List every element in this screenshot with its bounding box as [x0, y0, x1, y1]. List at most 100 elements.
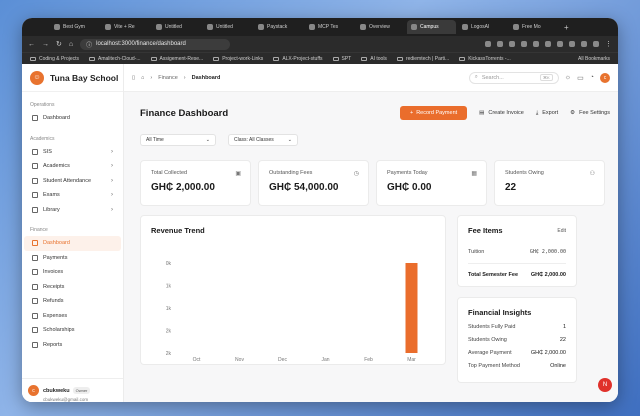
- home-icon[interactable]: ⌂: [69, 41, 73, 48]
- extension-icon[interactable]: [521, 41, 527, 47]
- sidebar-item-label: Scholarships: [43, 327, 75, 334]
- bookmark-item[interactable]: SPT: [332, 55, 352, 62]
- browser-tab[interactable]: Best Gym: [50, 20, 99, 34]
- export-label: Export: [542, 110, 559, 116]
- browser-tab[interactable]: Paystack: [254, 20, 303, 34]
- plus-icon: +: [409, 110, 414, 116]
- user-profile[interactable]: c cbukweku Owner cbukweku@gmail.com: [22, 378, 123, 402]
- revenue-chart-card: Revenue Trend 2k 2k 1k 1k 0k Oct Nov Dec Jan Feb M…: [140, 215, 446, 365]
- extension-icon[interactable]: [569, 41, 575, 47]
- bookmark-item[interactable]: KickassTorrents -...: [459, 56, 511, 62]
- browser-tab[interactable]: LogosAI: [458, 20, 507, 34]
- nav-icon: [32, 115, 38, 122]
- chevron-right-icon: ›: [111, 192, 113, 199]
- back-icon[interactable]: ←: [28, 41, 35, 48]
- chevron-down-icon: ⌄: [205, 137, 210, 143]
- sidebar-item-label: Dashboard: [43, 115, 70, 122]
- bookmark-item[interactable]: ALX-Project-stuffs: [273, 56, 323, 62]
- bar-mar[interactable]: [405, 263, 418, 353]
- document-icon: ▤: [479, 110, 485, 116]
- calendar-icon: ▦: [471, 171, 477, 177]
- extension-icon[interactable]: [593, 41, 599, 47]
- sidebar-item-refunds[interactable]: Refunds: [24, 294, 121, 309]
- bookmark-label: Coding & Projects: [39, 55, 80, 62]
- time-filter-select[interactable]: All Time ⌄: [140, 134, 216, 146]
- extension-icon[interactable]: [497, 41, 503, 47]
- bookmark-item[interactable]: Assigement-Rese...: [150, 56, 203, 62]
- menu-dots-icon[interactable]: ⋮: [605, 40, 612, 48]
- sidebar-item-exams[interactable]: Exams ›: [24, 188, 121, 203]
- forward-icon[interactable]: →: [42, 41, 49, 48]
- x-tick-label: Feb: [364, 357, 373, 361]
- new-tab-button[interactable]: +: [564, 23, 569, 32]
- extensions: ⋮: [485, 40, 612, 48]
- all-bookmarks[interactable]: All Bookmarks: [578, 56, 618, 62]
- clock-icon: ◷: [353, 171, 359, 177]
- brand[interactable]: ☺ Tuna Bay School: [22, 64, 123, 92]
- extension-icon[interactable]: [533, 41, 539, 47]
- address-bar[interactable]: ⓘ localhost:3000/finance/dashboard: [80, 38, 231, 50]
- export-button[interactable]: ⤓ Export: [536, 110, 558, 117]
- sidebar-item-scholarships[interactable]: Scholarships: [24, 323, 121, 338]
- browser-tab[interactable]: Campus: [407, 20, 456, 34]
- breadcrumb-finance[interactable]: Finance: [158, 75, 178, 81]
- extension-icon[interactable]: [509, 41, 515, 47]
- extension-icon[interactable]: [581, 41, 587, 47]
- sidebar-item-library[interactable]: Library ›: [24, 203, 121, 218]
- extension-icon[interactable]: [545, 41, 551, 47]
- extension-icon[interactable]: [485, 41, 491, 47]
- bookmark-item[interactable]: AI tools: [361, 56, 387, 62]
- search-input[interactable]: ⌕ Search... ⌘K: [468, 71, 559, 84]
- browser-toolbar: ← → ↻ ⌂ ⓘ localhost:3000/finance/dashboa…: [22, 36, 618, 52]
- fee-total-value: GH₵ 2,000.00: [530, 272, 566, 278]
- sidebar-item-invoices[interactable]: Invoices: [24, 265, 121, 280]
- edit-fee-items-button[interactable]: Edit: [557, 228, 566, 234]
- browser-tab[interactable]: Free Mo: [509, 20, 558, 34]
- bookmark-item[interactable]: Amalitech-Cloud-...: [89, 56, 141, 62]
- sidebar-item-label: Reports: [43, 341, 63, 348]
- bookmark-item[interactable]: Project-work-Links: [213, 56, 263, 62]
- folder-icon: [89, 56, 96, 61]
- sidebar-item-dashboard[interactable]: Dashboard: [24, 111, 121, 126]
- sidebar-item-sis[interactable]: SIS ›: [24, 145, 121, 160]
- tab-label: Overview: [369, 24, 390, 30]
- content: Finance Dashboard + Record Payment ▤ Creat…: [124, 94, 618, 383]
- chat-icon[interactable]: ▭: [577, 74, 584, 82]
- sidebar-item-payments[interactable]: Payments: [24, 251, 121, 266]
- avatar[interactable]: c: [600, 72, 610, 83]
- chevron-right-icon: ›: [111, 177, 113, 184]
- page-title: Finance Dashboard: [140, 107, 229, 119]
- sidebar-item-expenses[interactable]: Expenses: [24, 309, 121, 324]
- reload-icon[interactable]: ↻: [56, 40, 62, 48]
- theme-toggle-icon[interactable]: ☼: [565, 74, 571, 81]
- extension-icon[interactable]: [557, 41, 563, 47]
- record-payment-button[interactable]: + Record Payment: [399, 106, 468, 120]
- bell-icon[interactable]: ◔: [590, 74, 594, 81]
- sidebar-item-receipts[interactable]: Receipts: [24, 280, 121, 295]
- browser-tab[interactable]: MCP Tes: [305, 20, 354, 34]
- bookmark-label: SPT: [341, 55, 352, 62]
- bookmark-item[interactable]: rediemtech | Parti...: [396, 56, 449, 62]
- nav-icon: [32, 341, 38, 348]
- sidebar-toggle-icon[interactable]: ▯: [132, 75, 135, 81]
- browser-tab[interactable]: Overview: [356, 20, 405, 34]
- floating-action-button[interactable]: N: [598, 378, 612, 392]
- sidebar-item-student-attendance[interactable]: Student Attendance ›: [24, 174, 121, 189]
- bookmark-item[interactable]: Coding & Projects: [30, 56, 79, 62]
- bookmark-label: AI tools: [370, 55, 387, 62]
- chevron-right-icon: ›: [111, 163, 113, 170]
- browser-tab[interactable]: Untitled: [203, 20, 252, 34]
- sidebar-item-academics[interactable]: Academics ›: [24, 159, 121, 174]
- create-invoice-button[interactable]: ▤ Create Invoice: [479, 110, 524, 116]
- sidebar-item-reports[interactable]: Reports: [24, 338, 121, 353]
- browser-tab[interactable]: Untitled: [152, 20, 201, 34]
- home-crumb-icon[interactable]: ⌂: [141, 75, 144, 81]
- insight-row: Students Fully Paid 1: [468, 324, 566, 330]
- sidebar-item-dashboard[interactable]: Dashboard: [24, 236, 121, 251]
- breadcrumb-separator-icon: ›: [183, 74, 186, 81]
- browser-tab[interactable]: Vite + Re: [101, 20, 150, 34]
- class-filter-select[interactable]: Class: All Classes ⌄: [228, 134, 298, 146]
- insight-label: Top Payment Method: [468, 363, 520, 369]
- site-info-icon[interactable]: ⓘ: [86, 40, 92, 49]
- fee-settings-button[interactable]: ⚙ Fee Settings: [570, 110, 610, 116]
